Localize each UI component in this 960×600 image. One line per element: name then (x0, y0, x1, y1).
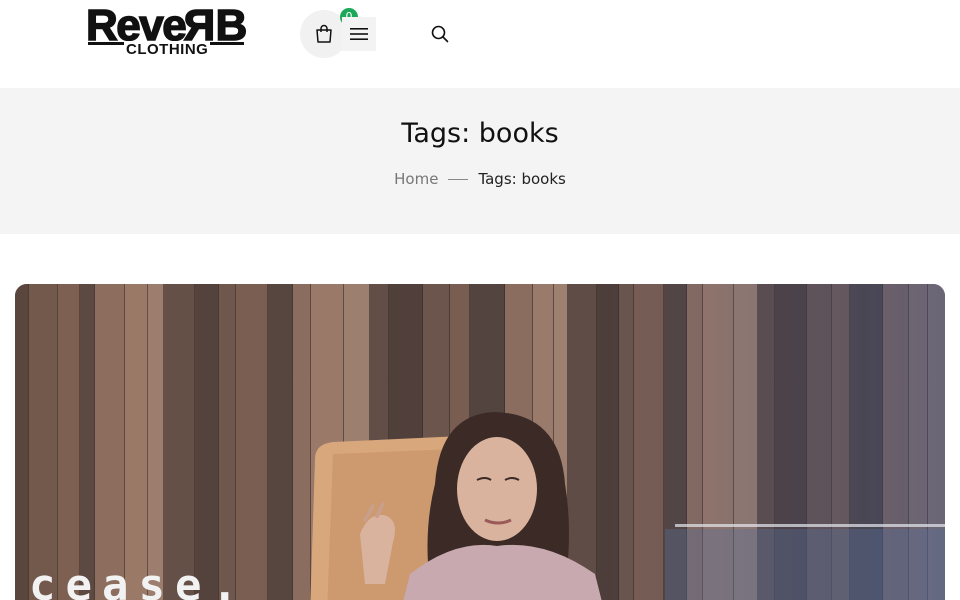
breadcrumb: Home Tags: books (0, 170, 960, 188)
site-header: ReveRB CLOTHING 0 (0, 0, 960, 88)
breadcrumb-home-link[interactable]: Home (394, 170, 438, 188)
breadcrumb-current: Tags: books (478, 170, 566, 188)
page-title: Tags: books (401, 118, 559, 149)
image-overlay-text: cease. (29, 560, 248, 600)
featured-post-image[interactable]: cease. (15, 284, 945, 600)
search-icon (431, 25, 449, 43)
page-title-band: Tags: books Home Tags: books (0, 88, 960, 234)
hamburger-menu-icon (350, 28, 368, 40)
site-logo[interactable]: ReveRB CLOTHING (85, 0, 248, 60)
search-button[interactable] (426, 20, 454, 48)
menu-button[interactable] (342, 17, 376, 51)
shopping-bag-icon (316, 24, 332, 43)
featured-photo (15, 284, 945, 600)
logo-subtitle: CLOTHING (124, 41, 211, 59)
breadcrumb-separator (448, 178, 469, 180)
